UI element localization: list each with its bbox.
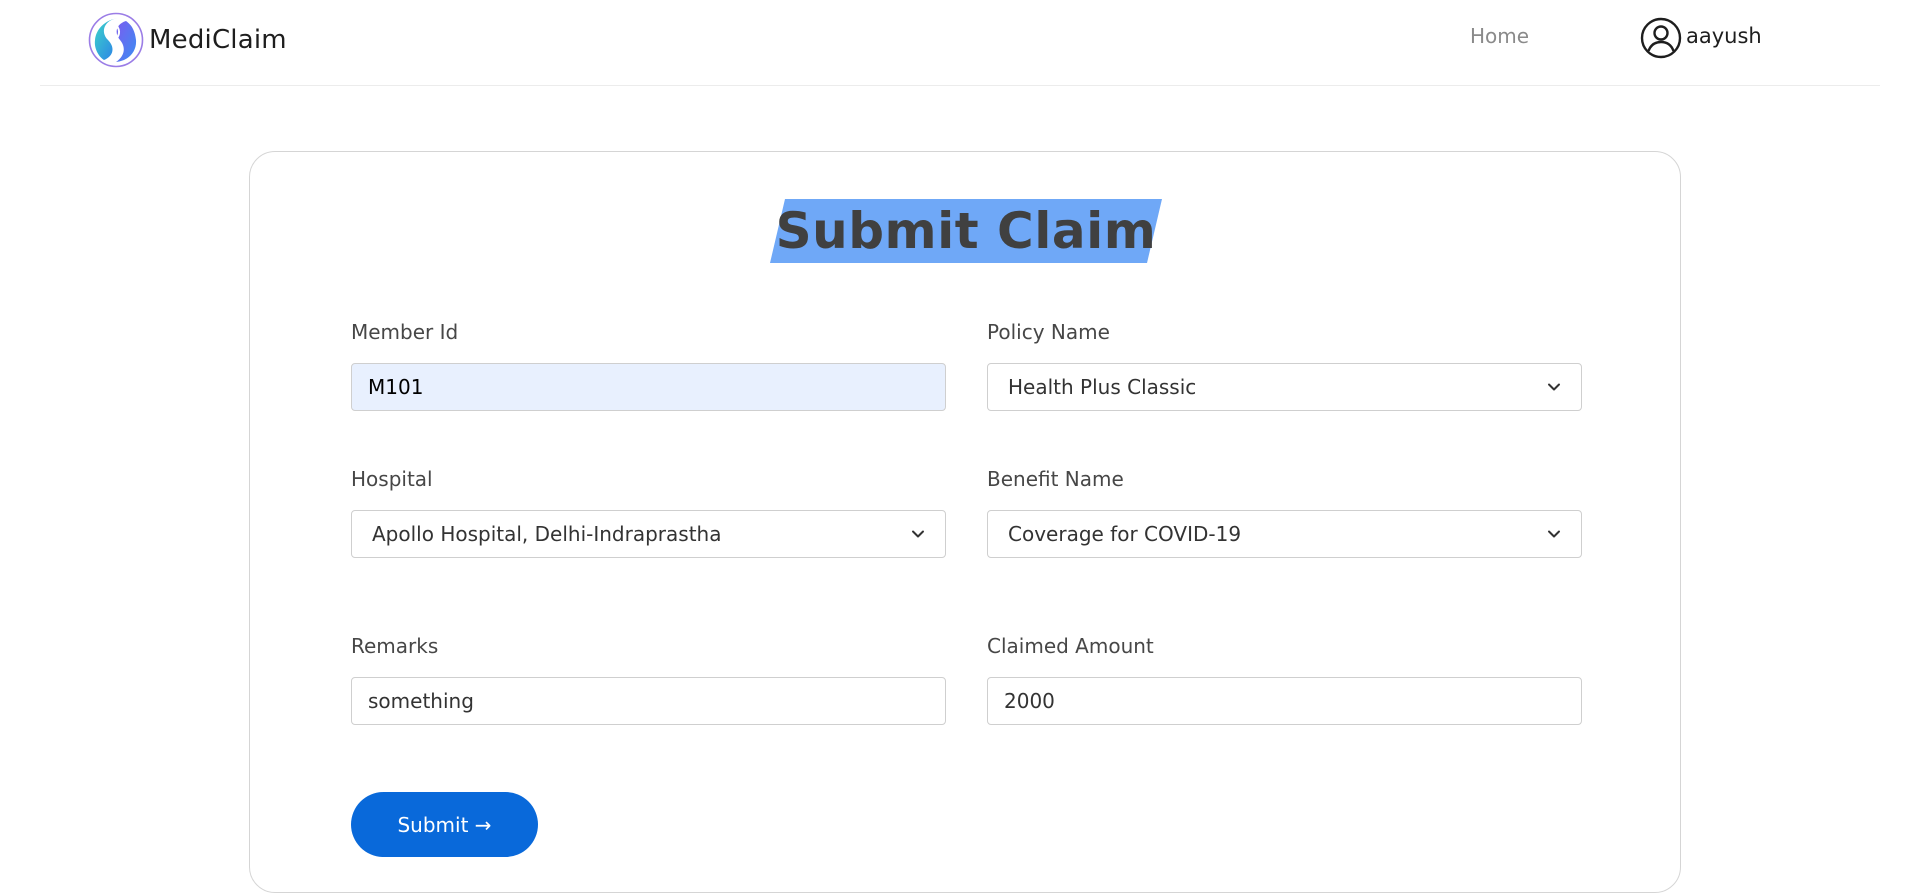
page-title: Submit Claim: [775, 202, 1157, 260]
member-id-input[interactable]: [351, 363, 946, 411]
username-label: aayush: [1686, 24, 1762, 48]
top-navbar: MediClaim Home aayush: [40, 0, 1880, 86]
nav-home-link[interactable]: Home: [1470, 24, 1529, 48]
hospital-value: Apollo Hospital, Delhi-Indraprastha: [372, 522, 722, 546]
policy-name-value: Health Plus Classic: [1008, 375, 1197, 399]
chevron-down-icon: [1548, 530, 1560, 538]
title-block: Submit Claim: [770, 199, 1162, 263]
policy-name-select[interactable]: Health Plus Classic: [987, 363, 1582, 411]
hospital-select[interactable]: Apollo Hospital, Delhi-Indraprastha: [351, 510, 946, 558]
remarks-input[interactable]: [351, 677, 946, 725]
mediclaim-logo-icon: [88, 12, 144, 68]
member-id-label: Member Id: [351, 320, 459, 344]
chevron-down-icon: [912, 530, 924, 538]
claimed-amount-label: Claimed Amount: [987, 634, 1154, 658]
hospital-label: Hospital: [351, 467, 433, 491]
submit-button[interactable]: Submit →: [351, 792, 538, 857]
submit-claim-card: Submit Claim Member Id Policy Name Healt…: [249, 151, 1681, 893]
brand-link[interactable]: MediClaim: [88, 12, 287, 68]
chevron-down-icon: [1548, 383, 1560, 391]
benefit-name-value: Coverage for COVID-19: [1008, 522, 1242, 546]
remarks-label: Remarks: [351, 634, 439, 658]
claimed-amount-input[interactable]: [987, 677, 1582, 725]
benefit-name-select[interactable]: Coverage for COVID-19: [987, 510, 1582, 558]
benefit-name-label: Benefit Name: [987, 467, 1124, 491]
user-circle-icon: [1640, 17, 1682, 59]
policy-name-label: Policy Name: [987, 320, 1110, 344]
user-menu[interactable]: aayush: [1640, 17, 1762, 59]
brand-name: MediClaim: [149, 25, 287, 55]
